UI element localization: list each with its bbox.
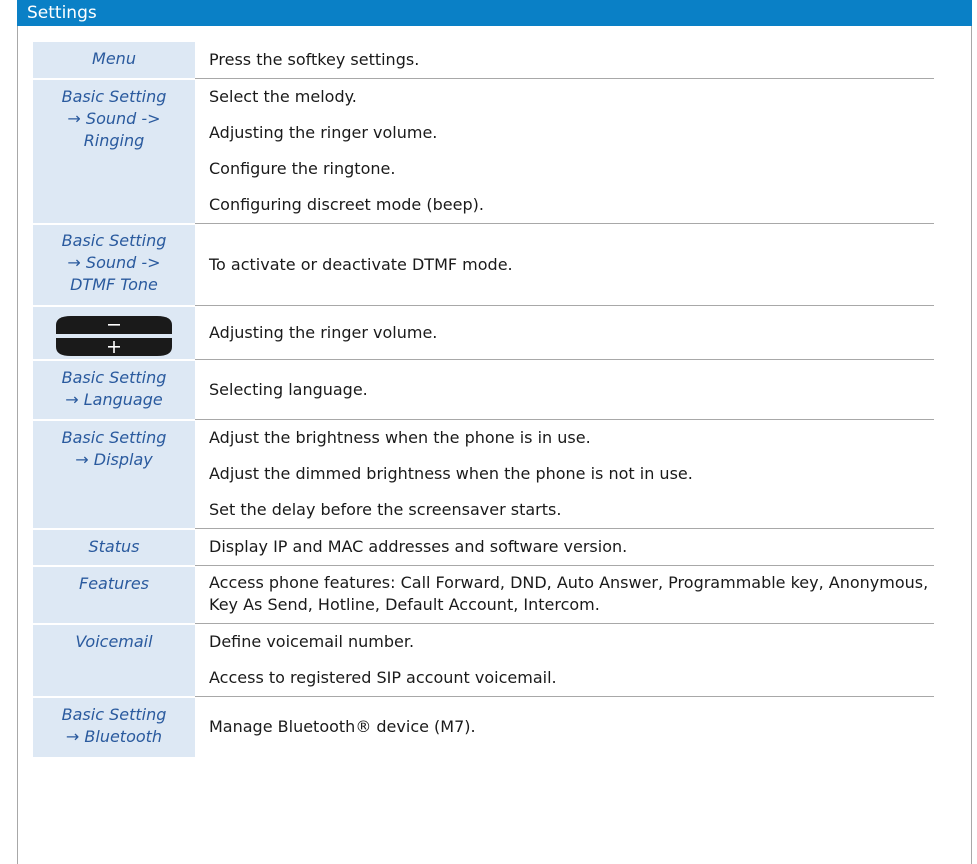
key-label: Basic Setting — [61, 367, 167, 387]
table-row: Basic Setting → Bluetooth Manage Bluetoo… — [33, 696, 934, 757]
key-label: DTMF Tone — [70, 274, 158, 294]
desc-line: Adjusting the ringer volume. — [209, 322, 438, 342]
desc-cell: Display IP and MAC addresses and softwar… — [195, 528, 934, 566]
key-cell: Basic Setting → Bluetooth — [33, 696, 195, 757]
key-label: → Language — [65, 389, 163, 409]
desc-line: Adjust the dimmed brightness when the ph… — [209, 464, 693, 483]
desc-cell: Adjust the brightness when the phone is … — [195, 419, 934, 529]
desc-cell: Manage Bluetooth® device (M7). — [195, 697, 934, 757]
key-label: Features — [78, 573, 150, 593]
table-row: Voicemail Define voicemail number. Acces… — [33, 623, 934, 698]
key-cell: Basic Setting → Sound -> Ringing — [33, 78, 195, 225]
desc-line: Set the delay before the screensaver sta… — [209, 500, 562, 519]
key-label: Basic Setting — [61, 427, 167, 447]
key-label: → Display — [75, 449, 153, 469]
settings-table: Menu Press the softkey settings. Basic S… — [33, 42, 934, 757]
key-label: Basic Setting — [61, 704, 167, 724]
key-cell — [33, 305, 195, 361]
key-label: Basic Setting — [61, 230, 167, 250]
table-row: Features Access phone features: Call For… — [33, 565, 934, 625]
key-label: Basic Setting — [61, 86, 167, 106]
desc-cell: Select the melody. Adjusting the ringer … — [195, 78, 934, 224]
key-label: → Sound -> — [67, 252, 161, 272]
desc-line: Configuring discreet mode (beep). — [209, 195, 484, 214]
section-header: Settings — [17, 0, 972, 26]
key-label: → Sound -> — [67, 108, 161, 128]
desc-line: Adjust the brightness when the phone is … — [209, 428, 591, 447]
desc-line: Selecting language. — [209, 379, 368, 399]
desc-line: Access to registered SIP account voicema… — [209, 668, 557, 687]
key-label: Menu — [92, 49, 136, 68]
desc-line: Access phone features: Call Forward, DND… — [209, 573, 929, 614]
table-row: Basic Setting → Sound -> Ringing Select … — [33, 78, 934, 225]
desc-cell: Define voicemail number. Access to regis… — [195, 623, 934, 697]
desc-line: Adjusting the ringer volume. — [209, 123, 438, 142]
table-row: Basic Setting → Sound -> DTMF Tone To ac… — [33, 223, 934, 307]
key-label: Ringing — [83, 130, 145, 150]
desc-cell: Press the softkey settings. — [195, 42, 934, 79]
desc-cell: Access phone features: Call Forward, DND… — [195, 565, 934, 624]
key-cell: Menu — [33, 42, 195, 80]
key-cell: Status — [33, 528, 195, 567]
desc-line: Press the softkey settings. — [209, 50, 420, 69]
desc-line: Display IP and MAC addresses and softwar… — [209, 537, 628, 556]
desc-cell: Selecting language. — [195, 359, 934, 420]
desc-line: Manage Bluetooth® device (M7). — [209, 716, 476, 736]
table-row: Adjusting the ringer volume. — [33, 305, 934, 361]
desc-line: Define voicemail number. — [209, 632, 415, 651]
desc-line: Configure the ringtone. — [209, 159, 396, 178]
key-cell: Basic Setting → Language — [33, 359, 195, 421]
key-cell: Voicemail — [33, 623, 195, 698]
desc-cell: To activate or deactivate DTMF mode. — [195, 223, 934, 306]
desc-line: Select the melody. — [209, 87, 357, 106]
key-cell: Features — [33, 565, 195, 625]
key-cell: Basic Setting → Sound -> DTMF Tone — [33, 223, 195, 307]
desc-cell: Adjusting the ringer volume. — [195, 305, 934, 360]
desc-line: To activate or deactivate DTMF mode. — [209, 254, 513, 274]
key-label: Status — [88, 536, 140, 556]
table-row: Menu Press the softkey settings. — [33, 42, 934, 80]
volume-minus-plus-key-icon — [56, 316, 172, 356]
table-row: Basic Setting → Language Selecting langu… — [33, 359, 934, 421]
table-row: Basic Setting → Display Adjust the brigh… — [33, 419, 934, 530]
key-label: → Bluetooth — [65, 726, 163, 746]
key-cell: Basic Setting → Display — [33, 419, 195, 530]
table-row: Status Display IP and MAC addresses and … — [33, 528, 934, 567]
key-label: Voicemail — [75, 631, 153, 651]
